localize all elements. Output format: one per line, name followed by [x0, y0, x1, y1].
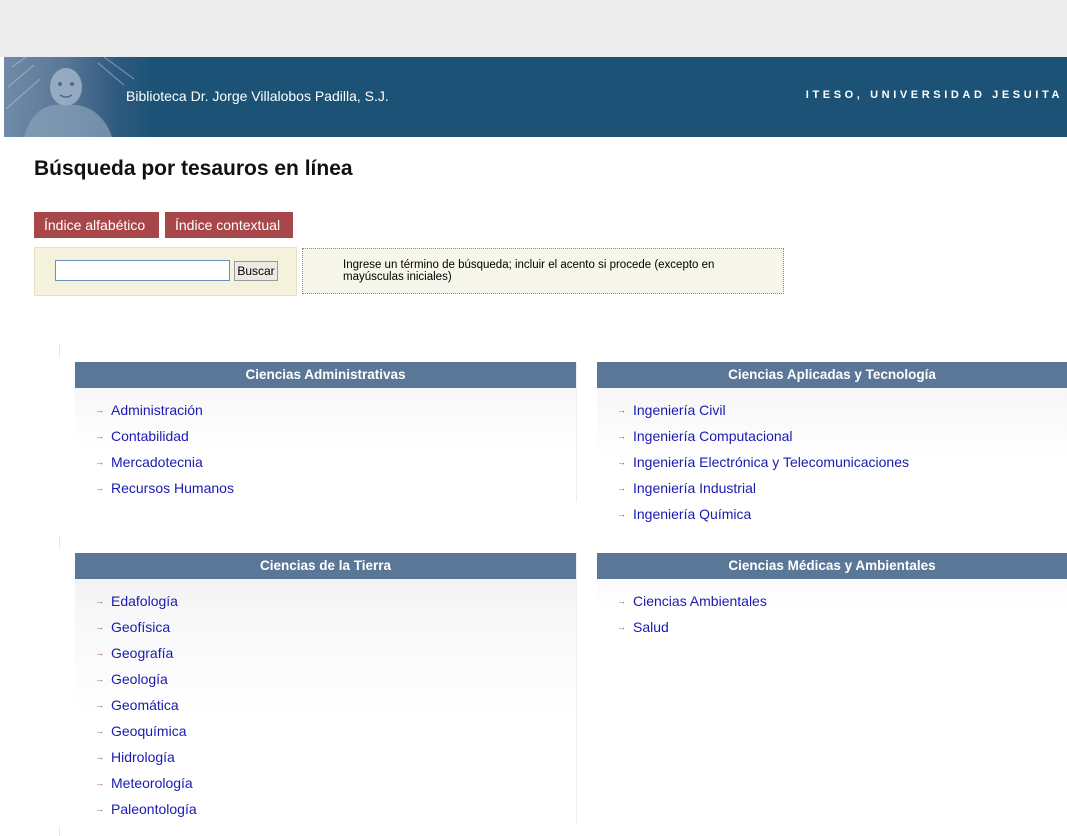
tab-alphabetic-index[interactable]: Índice alfabético	[34, 212, 159, 238]
list-item: → Salud	[617, 614, 1067, 640]
category-link[interactable]: Salud	[633, 614, 669, 640]
arrow-right-icon: →	[95, 483, 104, 493]
library-name: Biblioteca Dr. Jorge Villalobos Padilla,…	[126, 88, 389, 104]
search-help-text: Ingrese un término de búsqueda; incluir …	[302, 248, 784, 294]
arrow-right-icon: →	[95, 726, 104, 736]
arrow-right-icon: →	[95, 457, 104, 467]
arrow-right-icon: →	[617, 596, 626, 606]
category-link[interactable]: Contabilidad	[111, 423, 189, 449]
arrow-right-icon: →	[95, 778, 104, 788]
divider	[59, 826, 60, 836]
category-link[interactable]: Ingeniería Química	[633, 501, 751, 527]
arrow-right-icon: →	[95, 622, 104, 632]
list-item: → Hidrología	[95, 744, 576, 770]
category-title: Ciencias Médicas y Ambientales	[597, 553, 1067, 579]
list-item: → Geoquímica	[95, 718, 576, 744]
arrow-right-icon: →	[95, 700, 104, 710]
arrow-right-icon: →	[95, 674, 104, 684]
list-item: → Recursos Humanos	[95, 475, 576, 501]
arrow-right-icon: →	[95, 405, 104, 415]
category-link[interactable]: Hidrología	[111, 744, 175, 770]
arrow-right-icon: →	[95, 752, 104, 762]
list-item: → Meteorología	[95, 770, 576, 796]
category-title: Ciencias Aplicadas y Tecnología	[597, 362, 1067, 388]
category-link[interactable]: Recursos Humanos	[111, 475, 234, 501]
list-item: → Ingeniería Electrónica y Telecomunicaci…	[617, 449, 1067, 475]
category-panel-administrativas: Ciencias Administrativas → Administración…	[75, 362, 577, 502]
arrow-right-icon: →	[95, 431, 104, 441]
category-title: Ciencias Administrativas	[75, 362, 576, 388]
category-link[interactable]: Geomática	[111, 692, 179, 718]
category-link[interactable]: Geoquímica	[111, 718, 186, 744]
arrow-right-icon: →	[617, 483, 626, 493]
category-link[interactable]: Geología	[111, 666, 168, 692]
list-item: → Edafología	[95, 588, 576, 614]
category-panel-aplicadas: Ciencias Aplicadas y Tecnología → Ingenie…	[597, 362, 1067, 528]
category-link[interactable]: Edafología	[111, 588, 178, 614]
university-name: ITESO, UNIVERSIDAD JESUITA	[805, 89, 1063, 101]
arrow-right-icon: →	[95, 804, 104, 814]
divider	[59, 535, 60, 549]
browser-top-area	[0, 0, 1067, 57]
list-item: → Geografía	[95, 640, 576, 666]
list-item: → Ingeniería Industrial	[617, 475, 1067, 501]
divider	[59, 344, 60, 358]
arrow-right-icon: →	[95, 648, 104, 658]
list-item: → Geología	[95, 666, 576, 692]
category-panel-medicas: Ciencias Médicas y Ambientales → Ciencias…	[597, 553, 1067, 641]
list-item: → Ciencias Ambientales	[617, 588, 1067, 614]
arrow-right-icon: →	[95, 596, 104, 606]
list-item: → Ingeniería Civil	[617, 397, 1067, 423]
arrow-right-icon: →	[617, 457, 626, 467]
list-item: → Administración	[95, 397, 576, 423]
page-title: Búsqueda por tesauros en línea	[34, 157, 353, 180]
category-link[interactable]: Ingeniería Electrónica y Telecomunicacio…	[633, 449, 909, 475]
list-item: → Geomática	[95, 692, 576, 718]
list-item: → Ingeniería Computacional	[617, 423, 1067, 449]
site-banner: Biblioteca Dr. Jorge Villalobos Padilla,…	[4, 57, 1067, 137]
arrow-right-icon: →	[617, 509, 626, 519]
list-item: → Ingeniería Química	[617, 501, 1067, 527]
category-link[interactable]: Mercadotecnia	[111, 449, 203, 475]
search-button[interactable]: Buscar	[234, 261, 278, 281]
arrow-right-icon: →	[617, 405, 626, 415]
category-link[interactable]: Ingeniería Industrial	[633, 475, 756, 501]
category-link[interactable]: Administración	[111, 397, 203, 423]
category-panel-tierra: Ciencias de la Tierra → Edafología → Geofí…	[75, 553, 577, 823]
category-link[interactable]: Meteorología	[111, 770, 193, 796]
search-input[interactable]	[55, 260, 230, 281]
category-link[interactable]: Geofísica	[111, 614, 170, 640]
arrow-right-icon: →	[617, 431, 626, 441]
category-link[interactable]: Paleontología	[111, 796, 197, 822]
search-form: Buscar	[34, 247, 297, 296]
category-link[interactable]: Ingeniería Computacional	[633, 423, 793, 449]
list-item: → Mercadotecnia	[95, 449, 576, 475]
tab-contextual-index[interactable]: Índice contextual	[165, 212, 293, 238]
list-item: → Contabilidad	[95, 423, 576, 449]
list-item: → Paleontología	[95, 796, 576, 822]
category-link[interactable]: Ingeniería Civil	[633, 397, 726, 423]
arrow-right-icon: →	[617, 622, 626, 632]
category-title: Ciencias de la Tierra	[75, 553, 576, 579]
list-item: → Geofísica	[95, 614, 576, 640]
category-link[interactable]: Ciencias Ambientales	[633, 588, 767, 614]
category-link[interactable]: Geografía	[111, 640, 173, 666]
